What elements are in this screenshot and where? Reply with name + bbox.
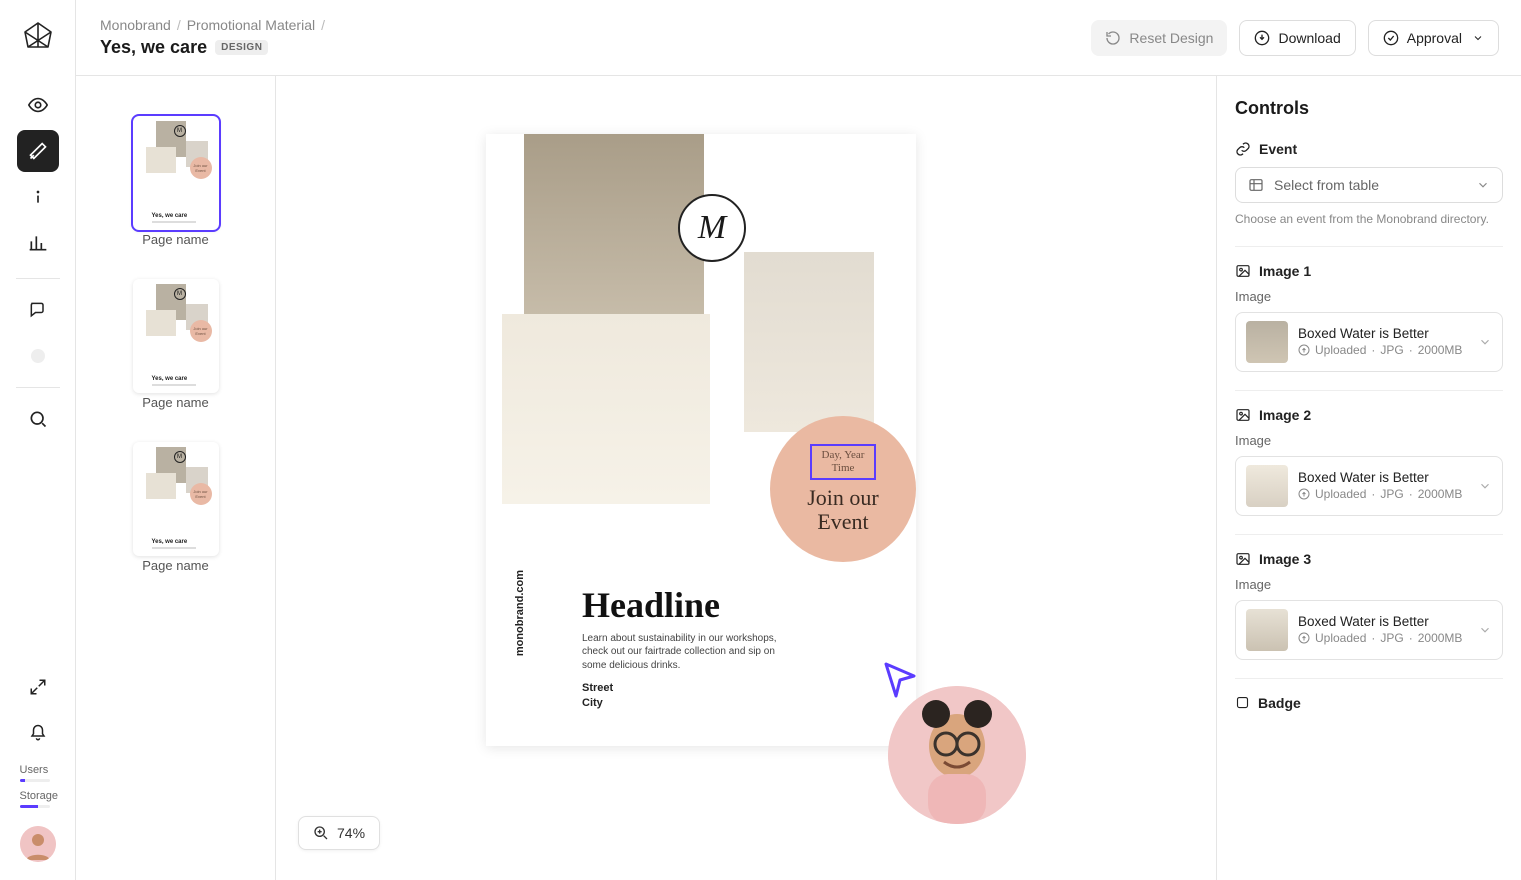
- page-thumbnail[interactable]: Join our EventMYes, we care: [133, 442, 219, 556]
- image-1-selector[interactable]: Boxed Water is Better Uploaded· JPG· 200…: [1235, 312, 1503, 372]
- image-3-section: Image 3 Image Boxed Water is Better Uplo…: [1235, 534, 1503, 678]
- event-placeholder: Select from table: [1274, 177, 1379, 193]
- reset-design-button[interactable]: Reset Design: [1091, 20, 1227, 56]
- page-label: Page name: [133, 558, 219, 573]
- notifications-icon[interactable]: [17, 712, 59, 754]
- image-icon: [1235, 551, 1251, 567]
- image-name: Boxed Water is Better: [1298, 614, 1462, 629]
- image-3-selector[interactable]: Boxed Water is Better Uploaded· JPG· 200…: [1235, 600, 1503, 660]
- link-icon: [1235, 141, 1251, 157]
- chevron-down-icon: [1478, 623, 1492, 637]
- page-label: Page name: [133, 395, 219, 410]
- artboard-image-3[interactable]: [744, 252, 874, 432]
- image-1-section: Image 1 Image Boxed Water is Better Uplo…: [1235, 246, 1503, 390]
- event-section: Event Select from table Choose an event …: [1235, 141, 1503, 246]
- badge-label: Badge: [1258, 695, 1301, 711]
- upload-icon: [1298, 488, 1310, 500]
- artboard-headline[interactable]: Headline: [582, 584, 720, 626]
- artboard-url: monobrand.com: [514, 570, 526, 656]
- image-label: Image 2: [1259, 407, 1311, 423]
- preview-icon[interactable]: [17, 84, 59, 126]
- user-avatar[interactable]: [20, 826, 56, 862]
- storage-label: Storage: [20, 790, 68, 802]
- image-meta: Uploaded· JPG· 2000MB: [1298, 487, 1462, 501]
- image-sublabel: Image: [1235, 433, 1503, 448]
- canvas-area[interactable]: M Day, Year Time Join our Event monobran…: [276, 76, 1216, 880]
- zoom-value: 74%: [337, 825, 365, 841]
- zoom-control[interactable]: 74%: [298, 816, 380, 850]
- download-label: Download: [1278, 30, 1340, 46]
- artboard-address[interactable]: Street City: [582, 681, 613, 710]
- chevron-down-icon: [1478, 479, 1492, 493]
- app-logo[interactable]: [19, 18, 57, 56]
- event-help: Choose an event from the Monobrand direc…: [1235, 211, 1503, 228]
- artboard-image-2[interactable]: [502, 314, 710, 504]
- chevron-down-icon: [1472, 32, 1484, 44]
- breadcrumb-item[interactable]: Monobrand: [100, 17, 171, 33]
- chevron-down-icon: [1478, 335, 1492, 349]
- image-sublabel: Image: [1235, 577, 1503, 592]
- event-select[interactable]: Select from table: [1235, 167, 1503, 203]
- users-meter: Users: [8, 764, 68, 782]
- mode-badge: DESIGN: [215, 40, 268, 55]
- icon-rail: Users Storage: [0, 0, 76, 880]
- breadcrumb: Monobrand / Promotional Material /: [100, 17, 325, 33]
- upload-icon: [1298, 632, 1310, 644]
- artboard-date-box[interactable]: Day, Year Time: [810, 444, 877, 480]
- artboard-description[interactable]: Learn about sustainability in our worksh…: [582, 632, 792, 673]
- storage-meter: Storage: [8, 790, 68, 808]
- image-thumb: [1246, 609, 1288, 651]
- image-name: Boxed Water is Better: [1298, 326, 1462, 341]
- image-2-selector[interactable]: Boxed Water is Better Uploaded· JPG· 200…: [1235, 456, 1503, 516]
- analytics-icon[interactable]: [17, 222, 59, 264]
- image-meta: Uploaded· JPG· 2000MB: [1298, 631, 1462, 645]
- image-meta: Uploaded· JPG· 2000MB: [1298, 343, 1462, 357]
- artboard-event-circle[interactable]: Day, Year Time Join our Event: [770, 416, 916, 562]
- pages-panel: Join our EventMYes, we care Page name Jo…: [76, 76, 276, 880]
- info-icon[interactable]: [17, 176, 59, 218]
- chevron-down-icon: [1476, 178, 1490, 192]
- badge-section: Badge: [1235, 678, 1503, 739]
- image-icon: [1235, 263, 1251, 279]
- edit-icon[interactable]: [17, 130, 59, 172]
- zoom-in-icon: [313, 825, 329, 841]
- approval-label: Approval: [1407, 30, 1462, 46]
- users-label: Users: [20, 764, 68, 776]
- placeholder-dot: [31, 349, 45, 363]
- image-thumb: [1246, 465, 1288, 507]
- square-icon: [1235, 695, 1250, 710]
- expand-icon[interactable]: [17, 666, 59, 708]
- image-label: Image 1: [1259, 263, 1311, 279]
- upload-icon: [1298, 344, 1310, 356]
- artboard-join-text: Join our Event: [807, 486, 879, 534]
- artboard-logo[interactable]: M: [678, 194, 746, 262]
- image-2-section: Image 2 Image Boxed Water is Better Uplo…: [1235, 390, 1503, 534]
- collaborator-avatar[interactable]: [888, 686, 1026, 824]
- image-thumb: [1246, 321, 1288, 363]
- page-thumbnail[interactable]: Join our EventMYes, we care: [133, 116, 219, 230]
- page-thumbnail[interactable]: Join our EventMYes, we care: [133, 279, 219, 393]
- image-name: Boxed Water is Better: [1298, 470, 1462, 485]
- image-icon: [1235, 407, 1251, 423]
- controls-title: Controls: [1235, 98, 1503, 119]
- artboard[interactable]: M Day, Year Time Join our Event monobran…: [486, 134, 916, 746]
- page-label: Page name: [133, 232, 219, 247]
- search-icon[interactable]: [17, 398, 59, 440]
- reset-label: Reset Design: [1129, 30, 1213, 46]
- download-button[interactable]: Download: [1239, 20, 1355, 56]
- controls-panel: Controls Event Select from table Choose …: [1216, 76, 1521, 880]
- approval-button[interactable]: Approval: [1368, 20, 1499, 56]
- event-label: Event: [1259, 141, 1297, 157]
- comments-icon[interactable]: [17, 289, 59, 331]
- page-title: Yes, we care: [100, 37, 207, 58]
- image-sublabel: Image: [1235, 289, 1503, 304]
- breadcrumb-item[interactable]: Promotional Material: [187, 17, 315, 33]
- table-icon: [1248, 177, 1264, 193]
- image-label: Image 3: [1259, 551, 1311, 567]
- header: Monobrand / Promotional Material / Yes, …: [76, 0, 1521, 76]
